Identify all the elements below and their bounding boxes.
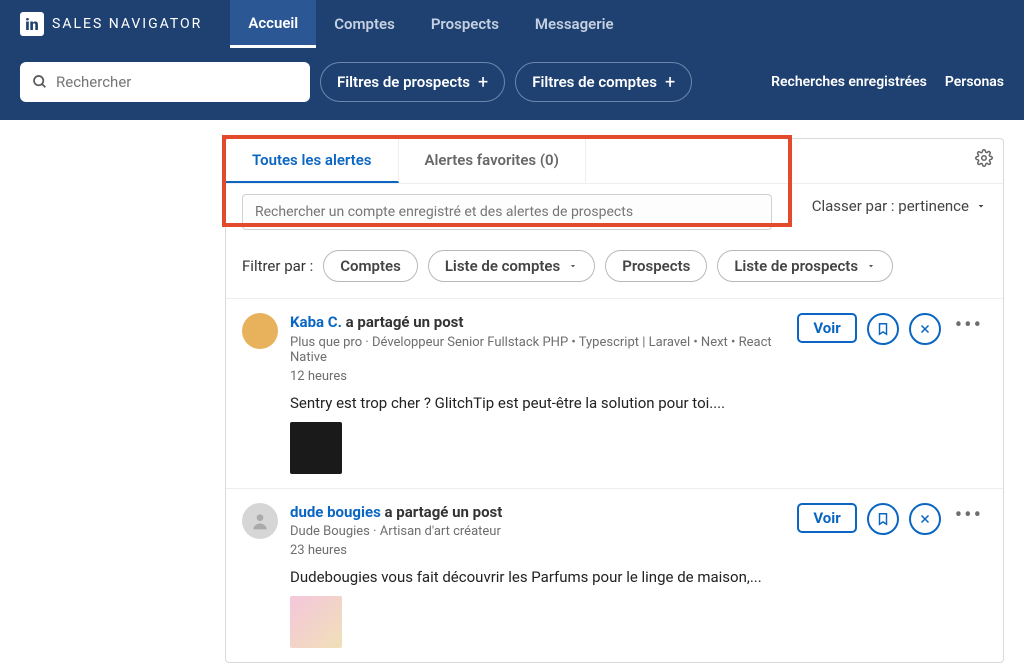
settings-button[interactable] <box>975 149 993 167</box>
saved-searches-link[interactable]: Recherches enregistrées <box>771 74 927 90</box>
feed-title: Kaba C. a partagé un post <box>290 313 785 333</box>
top-navbar: in SALES NAVIGATOR Accueil Comptes Prosp… <box>0 0 1024 48</box>
feed-title: dude bougies a partagé un post <box>290 503 785 523</box>
more-menu[interactable]: ••• <box>951 503 987 528</box>
gear-icon <box>975 149 993 167</box>
alert-search-input[interactable]: Rechercher un compte enregistré et des a… <box>242 194 772 230</box>
feed-thumbnail[interactable] <box>290 596 342 648</box>
nav-prospects[interactable]: Prospects <box>413 0 517 48</box>
feed-actions: Voir ••• <box>797 503 987 649</box>
nav-comptes[interactable]: Comptes <box>316 0 413 48</box>
close-icon <box>919 513 931 525</box>
chip-comptes-label: Comptes <box>340 257 401 275</box>
feed-subtitle: Dude Bougies · Artisan d'art créateur <box>290 524 785 539</box>
chevron-down-icon <box>866 261 876 271</box>
chip-liste-prospects[interactable]: Liste de prospects <box>717 250 893 282</box>
feed-action-text: a partagé un post <box>385 503 503 521</box>
feed-item: Kaba C. a partagé un post Plus que pro ·… <box>226 298 1003 488</box>
global-search[interactable] <box>20 62 310 102</box>
dismiss-button[interactable] <box>909 313 941 345</box>
content-area: Toutes les alertes Alertes favorites (0)… <box>0 120 1024 663</box>
chip-liste-comptes[interactable]: Liste de comptes <box>428 250 595 282</box>
right-links: Recherches enregistrées Personas <box>771 74 1004 90</box>
feed-author-link[interactable]: Kaba C. <box>290 313 342 331</box>
personas-link[interactable]: Personas <box>945 74 1004 90</box>
feed-content: Sentry est trop cher ? GlitchTip est peu… <box>290 394 785 412</box>
feed-body: Kaba C. a partagé un post Plus que pro ·… <box>290 313 785 474</box>
view-button[interactable]: Voir <box>797 503 856 533</box>
chip-prospects-label: Prospects <box>622 257 690 275</box>
sort-dropdown[interactable]: Classer par : pertinence <box>812 197 987 215</box>
tab-fav-alerts[interactable]: Alertes favorites (0) <box>399 139 586 183</box>
filter-row: Filtrer par : Comptes Liste de comptes P… <box>226 238 1003 298</box>
avatar[interactable] <box>242 503 278 539</box>
brand-title: SALES NAVIGATOR <box>52 16 202 32</box>
bookmark-icon <box>876 322 890 336</box>
avatar[interactable] <box>242 313 278 349</box>
plus-icon: + <box>478 72 488 93</box>
feed-timestamp: 12 heures <box>290 369 785 384</box>
nav-messagerie[interactable]: Messagerie <box>517 0 632 48</box>
filter-prospects-label: Filtres de prospects <box>337 73 470 91</box>
tab-all-alerts[interactable]: Toutes les alertes <box>226 139 399 183</box>
sort-label: Classer par : pertinence <box>812 197 969 215</box>
chip-prospects[interactable]: Prospects <box>605 250 707 282</box>
chip-liste-comptes-label: Liste de comptes <box>445 257 560 275</box>
person-icon <box>250 511 270 531</box>
search-input[interactable] <box>56 73 298 91</box>
chevron-down-icon <box>568 261 578 271</box>
close-icon <box>919 323 931 335</box>
feed-content: Dudebougies vous fait découvrir les Parf… <box>290 568 785 586</box>
filter-by-label: Filtrer par : <box>242 257 313 275</box>
bookmark-icon <box>876 512 890 526</box>
filter-comptes-button[interactable]: Filtres de comptes + <box>515 62 692 102</box>
filter-comptes-label: Filtres de comptes <box>532 73 657 91</box>
chevron-down-icon <box>975 200 987 212</box>
more-menu[interactable]: ••• <box>951 313 987 338</box>
dismiss-button[interactable] <box>909 503 941 535</box>
bookmark-button[interactable] <box>867 503 899 535</box>
search-bar-row: Filtres de prospects + Filtres de compte… <box>0 48 1024 120</box>
linkedin-logo-icon: in <box>20 12 44 36</box>
alerts-panel: Toutes les alertes Alertes favorites (0)… <box>225 138 1004 663</box>
feed-thumbnail[interactable] <box>290 422 342 474</box>
chip-comptes[interactable]: Comptes <box>323 250 418 282</box>
nav-accueil[interactable]: Accueil <box>230 0 316 48</box>
chip-liste-prospects-label: Liste de prospects <box>734 257 858 275</box>
feed-body: dude bougies a partagé un post Dude Boug… <box>290 503 785 649</box>
search-icon <box>32 74 48 90</box>
plus-icon: + <box>665 72 675 93</box>
view-button[interactable]: Voir <box>797 313 856 343</box>
feed-timestamp: 23 heures <box>290 543 785 558</box>
alert-tabs: Toutes les alertes Alertes favorites (0) <box>226 139 1003 184</box>
filter-prospects-button[interactable]: Filtres de prospects + <box>320 62 505 102</box>
feed-item: dude bougies a partagé un post Dude Boug… <box>226 488 1003 663</box>
feed-author-link[interactable]: dude bougies <box>290 503 381 521</box>
bookmark-button[interactable] <box>867 313 899 345</box>
feed-subtitle: Plus que pro · Développeur Senior Fullst… <box>290 335 785 365</box>
feed-action-text: a partagé un post <box>346 313 464 331</box>
feed-actions: Voir ••• <box>797 313 987 474</box>
